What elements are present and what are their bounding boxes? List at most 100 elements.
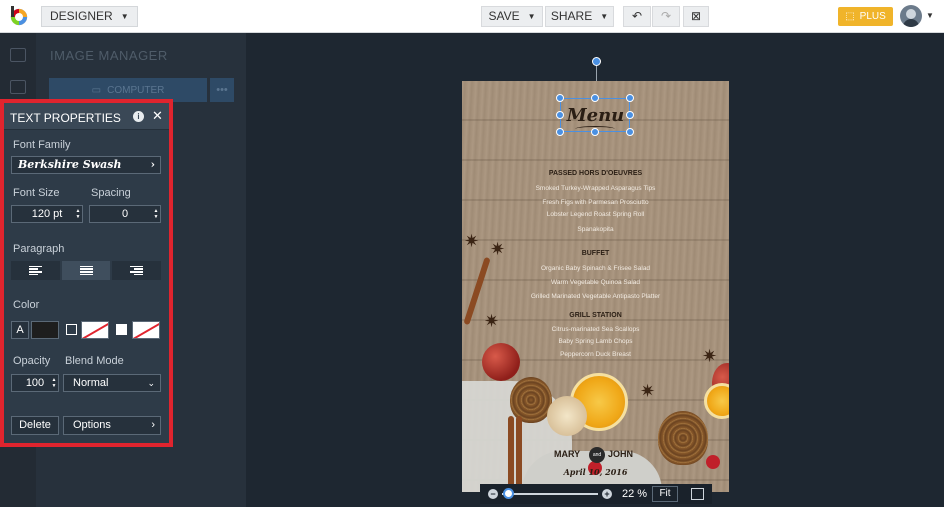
options-button[interactable]: Options › (63, 416, 161, 435)
menu-item[interactable]: Lobster Legend Roast Spring Roll (462, 211, 729, 218)
align-left-icon (28, 265, 42, 276)
font-family-label: Font Family (13, 139, 71, 151)
top-bar: DESIGNER ▼ SAVE ▼ SHARE ▼ ↶ ↷ ⊠ ⬚ PLUS ▼ (0, 0, 944, 33)
align-left-button[interactable] (11, 261, 60, 280)
save-button[interactable]: SAVE ▼ (481, 6, 543, 27)
section-heading[interactable]: PASSED HORS D'OEUVRES (462, 170, 729, 177)
folder-icon[interactable] (10, 80, 26, 94)
share-button[interactable]: SHARE ▼ (545, 6, 614, 27)
close-box-icon: ⊠ (690, 9, 702, 23)
caret-down-icon: ▼ (527, 12, 536, 21)
menu-item[interactable]: Smoked Turkey-Wrapped Asparagus Tips (462, 185, 729, 192)
name-left: MARY (554, 449, 581, 459)
undo-icon: ↶ (631, 9, 643, 23)
undo-button[interactable]: ↶ (623, 6, 651, 27)
star-anise-image: ✷ (640, 381, 656, 401)
background-color-swatch[interactable] (132, 321, 160, 339)
opacity-input[interactable]: 100 ▲ ▼ (11, 374, 59, 392)
resize-handle[interactable] (626, 94, 634, 102)
align-center-button[interactable] (61, 261, 111, 280)
menu-item[interactable]: Fresh Figs with Parmesan Prosciutto (462, 199, 729, 206)
chevron-right-icon: › (151, 419, 155, 431)
blend-mode-select[interactable]: Normal ⌄ (63, 374, 161, 392)
fit-label: Fit (659, 488, 671, 499)
couple-names[interactable]: MARY and JOHN (552, 447, 642, 463)
panel-title: TEXT PROPERTIES (10, 111, 121, 125)
app-logo-icon[interactable] (9, 6, 29, 26)
paragraph-align-group (11, 261, 162, 280)
name-right: JOHN (608, 449, 634, 459)
menu-item[interactable]: Organic Baby Spinach & Frisee Salad (462, 265, 729, 272)
redo-icon: ↷ (660, 9, 672, 23)
zoom-out-icon[interactable]: − (488, 489, 498, 499)
align-center-icon (79, 265, 93, 276)
font-size-label: Font Size (13, 187, 60, 199)
info-icon[interactable]: i (133, 111, 144, 122)
resize-handle[interactable] (556, 128, 564, 136)
selection-box[interactable] (560, 98, 630, 132)
align-right-button[interactable] (112, 261, 162, 280)
blend-mode-value: Normal (73, 377, 109, 389)
stepper-arrows-icon[interactable]: ▲ ▼ (51, 377, 57, 389)
more-options-button[interactable]: ••• (210, 78, 234, 102)
font-size-input[interactable]: 120 pt ▲ ▼ (11, 205, 83, 223)
align-right-icon (130, 265, 144, 276)
redo-button[interactable]: ↷ (652, 6, 680, 27)
font-family-value: Berkshire Swash (18, 158, 122, 171)
opacity-label: Opacity (13, 355, 51, 367)
caret-down-icon: ▼ (600, 12, 609, 21)
outline-square-icon (66, 324, 77, 335)
color-label: Color (13, 299, 40, 311)
monitor-icon: ▭ (91, 84, 102, 96)
mode-label: DESIGNER (50, 9, 113, 23)
close-document-button[interactable]: ⊠ (683, 6, 709, 27)
avatar-head (906, 9, 916, 19)
zoom-in-icon[interactable]: + (602, 489, 612, 499)
chevron-down-icon: ⌄ (147, 378, 155, 388)
mode-dropdown[interactable]: DESIGNER ▼ (41, 6, 138, 27)
spacing-input[interactable]: 0 ▲ ▼ (89, 205, 161, 223)
share-label: SHARE (550, 9, 593, 23)
menu-item[interactable]: Spanakopita (462, 226, 729, 233)
paragraph-label: Paragraph (13, 243, 65, 255)
close-icon[interactable]: ✕ (152, 108, 163, 124)
menu-item[interactable]: Peppercorn Duck Breast (462, 351, 729, 358)
resize-handle[interactable] (626, 128, 634, 136)
stroke-color-swatch[interactable] (81, 321, 109, 339)
design-canvas[interactable]: ✷ ✷ ✷ ✷ ✷ Menu PASSED HORS D'OEUVRES Smo… (462, 81, 729, 492)
font-family-selector[interactable]: Berkshire Swash › (11, 156, 161, 174)
event-date[interactable]: April 10, 2016 (462, 467, 729, 477)
menu-item[interactable]: Citrus-marinated Sea Scallops (462, 326, 729, 333)
zoom-slider-track[interactable] (502, 493, 598, 495)
image-icon[interactable] (10, 48, 26, 62)
spacing-label: Spacing (91, 187, 131, 199)
menu-item[interactable]: Warm Vegetable Quinoa Salad (462, 279, 729, 286)
resize-handle[interactable] (626, 111, 634, 119)
caret-down-icon[interactable]: ▼ (926, 11, 934, 20)
text-color-letter: A (11, 321, 29, 339)
text-color-swatch[interactable] (31, 321, 59, 339)
plus-upgrade-button[interactable]: ⬚ PLUS (838, 7, 893, 26)
resize-handle[interactable] (591, 94, 599, 102)
spacing-value: 0 (121, 208, 129, 220)
apple-image (482, 343, 520, 381)
zoom-slider-thumb[interactable] (502, 488, 514, 499)
badge-icon: ⬚ (845, 11, 855, 22)
avatar[interactable] (900, 5, 922, 27)
save-label: SAVE (488, 9, 520, 23)
stepper-arrows-icon[interactable]: ▲ ▼ (153, 208, 159, 220)
section-heading[interactable]: GRILL STATION (462, 312, 729, 319)
section-heading[interactable]: BUFFET (462, 250, 729, 257)
caret-down-icon: ▼ (120, 12, 129, 21)
stepper-arrows-icon[interactable]: ▲ ▼ (75, 208, 81, 220)
resize-handle[interactable] (556, 111, 564, 119)
resize-handle[interactable] (556, 94, 564, 102)
delete-button[interactable]: Delete (11, 416, 59, 435)
menu-item[interactable]: Baby Spring Lamb Chops (462, 338, 729, 345)
fullscreen-icon[interactable] (691, 488, 704, 500)
star-anise-image: ✷ (464, 231, 480, 251)
rotation-handle[interactable] (592, 57, 601, 66)
resize-handle[interactable] (591, 128, 599, 136)
fit-button[interactable]: Fit (652, 486, 678, 502)
menu-item[interactable]: Grilled Marinated Vegetable Antipasto Pl… (462, 293, 729, 300)
